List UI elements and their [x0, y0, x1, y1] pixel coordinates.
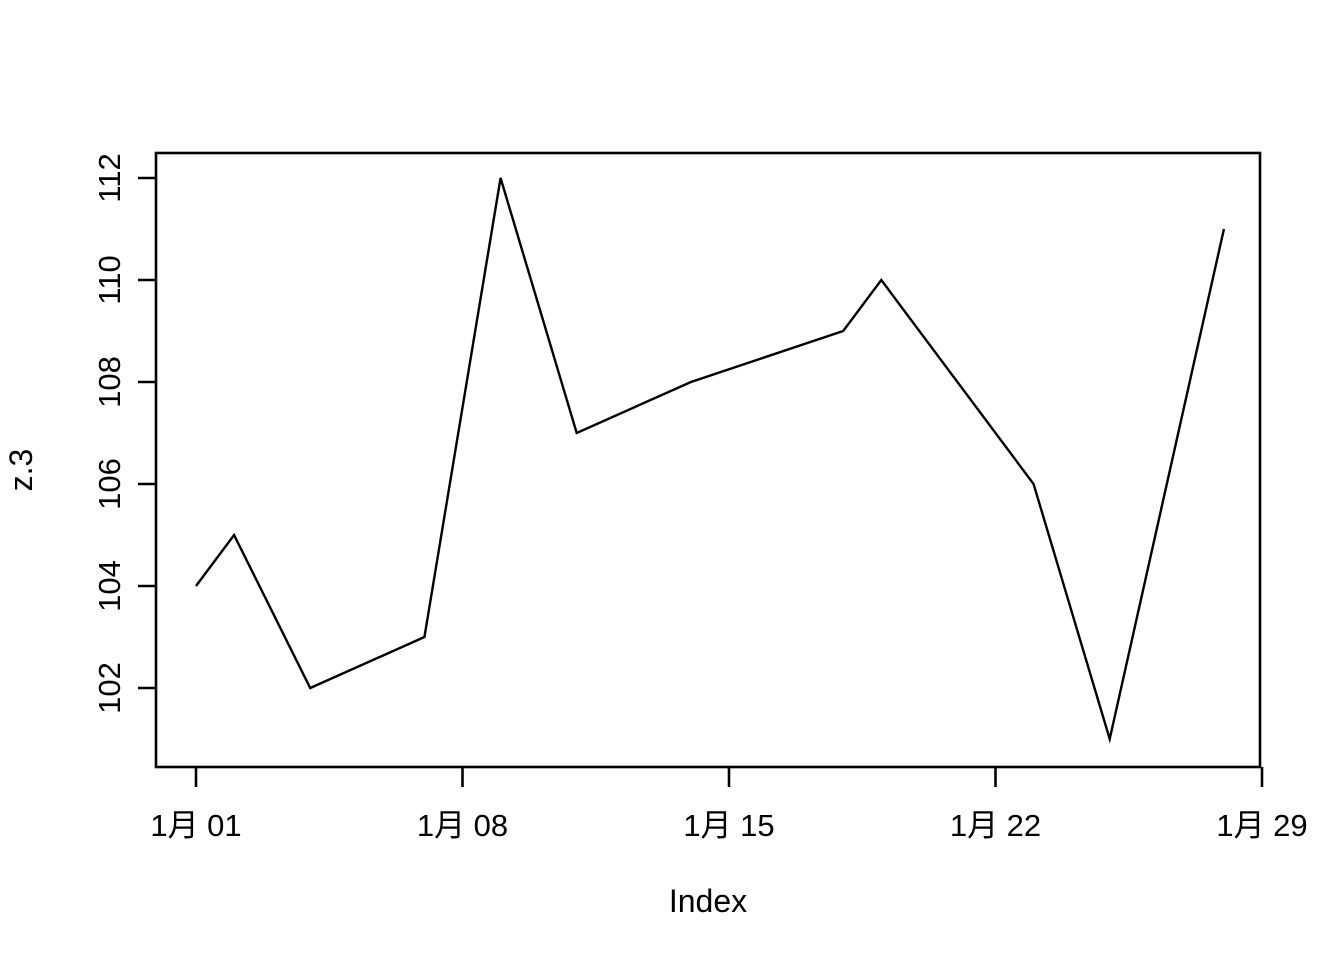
- y-axis: 102 104 106 108 110 112: [92, 153, 156, 714]
- y-axis-title: z.3: [3, 449, 39, 492]
- y-tick-label: 104: [92, 560, 127, 612]
- plot-root: 102 104 106 108 110 112 1月 01 1月 08 1月 15 1月 22 1…: [0, 0, 1344, 960]
- x-axis: 1月 01 1月 08 1月 15 1月 22 1月 29: [150, 767, 1308, 843]
- y-tick-label: 102: [92, 662, 127, 714]
- x-tick-label: 1月 01: [150, 808, 241, 843]
- y-tick-label: 112: [92, 153, 127, 202]
- y-tick-label: 110: [92, 255, 127, 304]
- x-tick-label: 1月 22: [950, 808, 1041, 843]
- line-chart: 102104106108110112 1月 01 1月 08 1月 15 1月 22 1…: [3, 151, 1308, 919]
- plot-frame: [154, 151, 1262, 769]
- data-series-line: [195, 177, 1226, 744]
- y-tick-label: 108: [92, 356, 127, 408]
- x-tick-label: 1月 08: [417, 808, 508, 843]
- x-axis-title: Index: [669, 883, 747, 919]
- x-tick-label: 1月 29: [1216, 808, 1307, 843]
- y-tick-label: 106: [92, 458, 127, 510]
- x-tick-label: 1月 15: [683, 808, 774, 843]
